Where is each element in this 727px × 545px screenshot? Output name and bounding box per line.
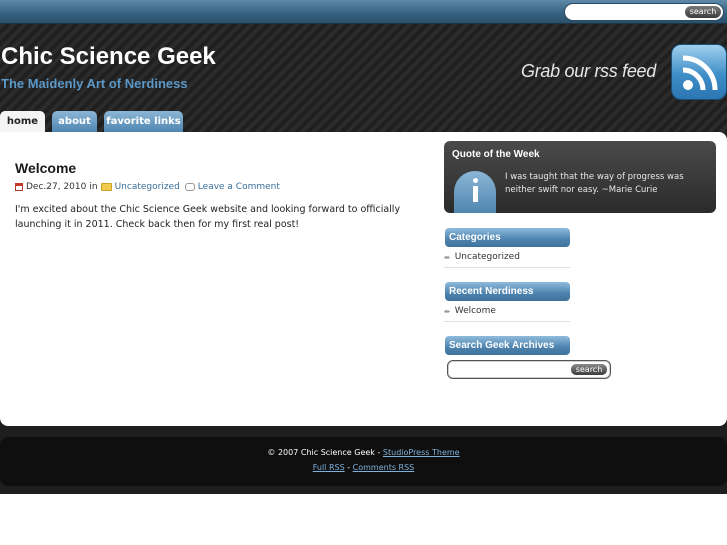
site-tagline: The Maidenly Art of Nerdiness bbox=[1, 76, 188, 91]
calendar-icon bbox=[15, 183, 23, 191]
comments-rss-link[interactable]: Comments RSS bbox=[353, 463, 415, 472]
quote-title: Quote of the Week bbox=[452, 149, 540, 160]
post-meta: Dec.27, 2010 in Uncategorized Leave a Co… bbox=[15, 182, 280, 192]
rss-feed-icon[interactable] bbox=[671, 44, 727, 100]
footer-copyright-line: © 2007 Chic Science Geek - StudioPress T… bbox=[0, 448, 727, 457]
folder-icon bbox=[100, 183, 112, 191]
top-search-input[interactable]: search bbox=[564, 3, 724, 21]
recent-nerdiness-heading: Recent Nerdiness bbox=[445, 282, 570, 301]
footer-rss-line: Full RSS - Comments RSS bbox=[0, 463, 727, 472]
category-item-label[interactable]: Uncategorized bbox=[455, 252, 520, 262]
leave-comment-link[interactable]: Leave a Comment bbox=[198, 182, 280, 192]
tab-favorite-links[interactable]: favorite links bbox=[104, 111, 183, 132]
comment-icon bbox=[184, 183, 195, 191]
post-title[interactable]: Welcome bbox=[15, 160, 76, 176]
tab-home[interactable]: home bbox=[0, 111, 45, 132]
arrow-right-icon: ➨ bbox=[444, 252, 451, 262]
full-rss-link[interactable]: Full RSS bbox=[313, 463, 345, 472]
divider bbox=[444, 321, 570, 322]
tab-about[interactable]: about bbox=[52, 111, 97, 132]
rss-promo-text[interactable]: Grab our rss feed bbox=[521, 61, 656, 82]
top-bar: search bbox=[0, 0, 727, 24]
archive-search-button[interactable]: search bbox=[571, 364, 607, 375]
post-date: Dec.27, 2010 bbox=[26, 182, 87, 192]
site-footer bbox=[0, 437, 727, 486]
arrow-right-icon: ➨ bbox=[444, 306, 451, 316]
quote-widget: Quote of the Week I was taught that the … bbox=[444, 141, 716, 213]
footer-separator: - bbox=[347, 463, 351, 472]
category-item[interactable]: ➨ Uncategorized bbox=[444, 252, 570, 262]
studiopress-theme-link[interactable]: StudioPress Theme bbox=[383, 448, 460, 457]
categories-heading: Categories bbox=[445, 228, 570, 247]
quote-text: I was taught that the way of progress wa… bbox=[505, 172, 684, 195]
post-in-word: in bbox=[89, 182, 98, 192]
recent-post-item[interactable]: ➨ Welcome bbox=[444, 306, 570, 316]
search-archives-heading: Search Geek Archives bbox=[445, 336, 570, 355]
post-body: I'm excited about the Chic Science Geek … bbox=[15, 204, 401, 230]
post-category-link[interactable]: Uncategorized bbox=[115, 182, 180, 192]
top-search-button[interactable]: search bbox=[685, 6, 721, 18]
footer-copyright: © 2007 Chic Science Geek - bbox=[267, 448, 381, 457]
info-icon bbox=[454, 171, 496, 213]
site-title[interactable]: Chic Science Geek bbox=[1, 43, 216, 71]
recent-post-label[interactable]: Welcome bbox=[455, 306, 496, 316]
divider bbox=[444, 267, 570, 268]
archive-search-input[interactable]: search bbox=[447, 360, 611, 379]
